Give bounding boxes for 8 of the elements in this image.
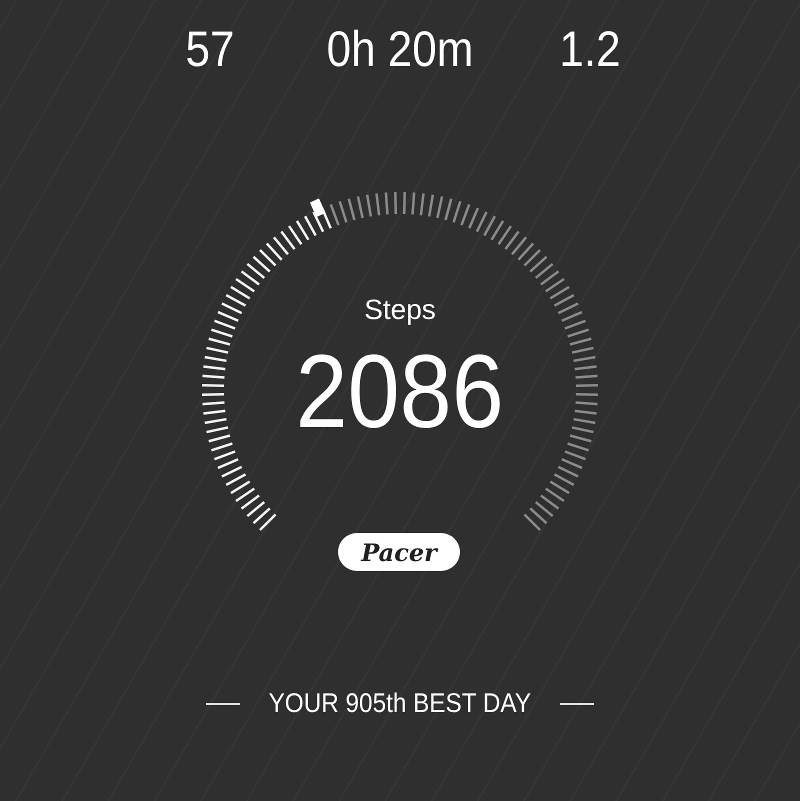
steps-count: 2086 [296,333,504,452]
best-day-text: YOUR 905th BEST DAY [268,688,532,719]
stat-value: 1.2 [558,20,622,79]
stat-value: 0h 20m [326,20,474,79]
steps-label: Steps [364,294,436,326]
logo: Pacer [338,533,460,571]
progress-marker [310,198,326,218]
stat-value: 57 [184,20,236,79]
